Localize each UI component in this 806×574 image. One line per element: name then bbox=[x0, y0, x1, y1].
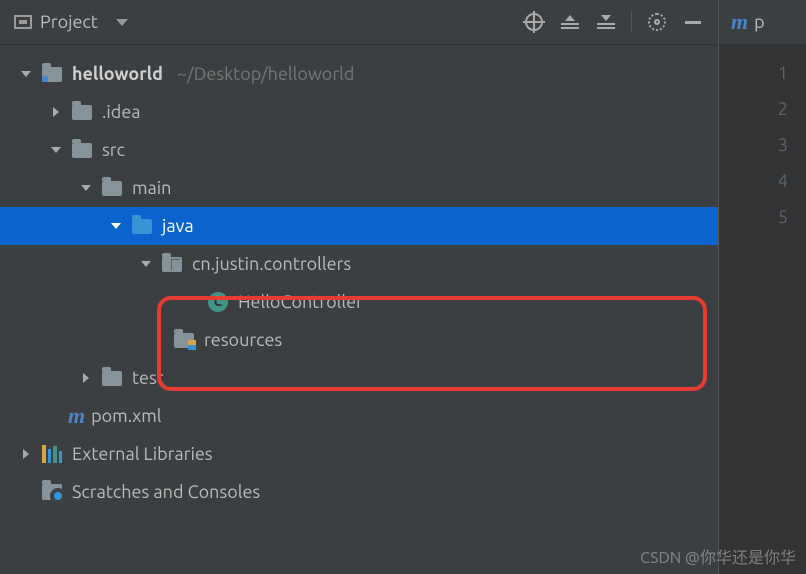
divider bbox=[631, 11, 632, 33]
tree-label: HelloController bbox=[238, 292, 363, 312]
tree-label: java bbox=[162, 216, 194, 236]
editor-tab-label: p bbox=[754, 12, 765, 32]
resources-folder-icon bbox=[174, 333, 194, 348]
collapse-icon bbox=[597, 15, 615, 29]
editor-area: m p 1 2 3 4 5 bbox=[718, 0, 806, 574]
project-tree: helloworld ~/Desktop/helloworld .idea sr… bbox=[0, 45, 718, 574]
folder-icon bbox=[72, 105, 92, 120]
expand-icon bbox=[561, 15, 579, 29]
tree-node-src[interactable]: src bbox=[0, 131, 718, 169]
class-icon: C bbox=[208, 292, 228, 312]
line-number: 1 bbox=[719, 55, 806, 91]
module-folder-icon bbox=[42, 67, 62, 82]
tree-node-package[interactable]: cn.justin.controllers bbox=[0, 245, 718, 283]
chevron-down-icon bbox=[141, 261, 151, 267]
tree-label: test bbox=[132, 368, 164, 388]
folder-icon bbox=[102, 181, 122, 196]
chevron-right-icon bbox=[83, 373, 89, 383]
tree-label: cn.justin.controllers bbox=[192, 254, 351, 274]
project-view-icon bbox=[14, 15, 32, 29]
tree-label: main bbox=[132, 178, 171, 198]
settings-button[interactable] bbox=[646, 11, 668, 33]
target-icon bbox=[525, 13, 543, 31]
editor-gutter: 1 2 3 4 5 bbox=[719, 45, 806, 235]
hide-button[interactable] bbox=[682, 11, 704, 33]
chevron-down-icon bbox=[116, 19, 128, 26]
scratches-icon bbox=[42, 484, 62, 500]
tree-node-resources[interactable]: resources bbox=[0, 321, 718, 359]
tree-node-pom[interactable]: m pom.xml bbox=[0, 397, 718, 435]
expand-all-button[interactable] bbox=[559, 11, 581, 33]
chevron-down-icon bbox=[21, 71, 31, 77]
tree-node-main[interactable]: main bbox=[0, 169, 718, 207]
tree-label: helloworld bbox=[72, 64, 163, 84]
line-number: 4 bbox=[719, 163, 806, 199]
tree-node-java[interactable]: java bbox=[0, 207, 718, 245]
tree-label: .idea bbox=[102, 102, 141, 122]
collapse-all-button[interactable] bbox=[595, 11, 617, 33]
line-number: 3 bbox=[719, 127, 806, 163]
view-selector[interactable]: Project bbox=[14, 12, 513, 32]
maven-file-icon: m bbox=[68, 403, 85, 429]
tree-node-scratches[interactable]: Scratches and Consoles bbox=[0, 473, 718, 511]
package-icon bbox=[162, 257, 182, 272]
folder-icon bbox=[102, 371, 122, 386]
tree-label: src bbox=[102, 140, 125, 160]
chevron-down-icon bbox=[111, 223, 121, 229]
tree-label: External Libraries bbox=[72, 444, 213, 464]
project-label: Project bbox=[40, 12, 98, 32]
line-number: 5 bbox=[719, 199, 806, 235]
select-opened-file-button[interactable] bbox=[523, 11, 545, 33]
chevron-right-icon bbox=[53, 107, 59, 117]
tree-label: resources bbox=[204, 330, 282, 350]
tree-node-idea[interactable]: .idea bbox=[0, 93, 718, 131]
tree-node-root[interactable]: helloworld ~/Desktop/helloworld bbox=[0, 55, 718, 93]
tree-label: pom.xml bbox=[91, 406, 161, 426]
chevron-down-icon bbox=[51, 147, 61, 153]
maven-file-icon: m bbox=[731, 9, 748, 35]
minimize-icon bbox=[685, 21, 701, 24]
libraries-icon bbox=[42, 445, 62, 463]
tree-node-class[interactable]: C HelloController bbox=[0, 283, 718, 321]
project-toolbar: Project bbox=[0, 0, 718, 45]
folder-icon bbox=[72, 143, 92, 158]
gear-icon bbox=[648, 13, 666, 31]
editor-tab[interactable]: m p bbox=[719, 0, 806, 45]
tree-label: Scratches and Consoles bbox=[72, 482, 260, 502]
tree-node-external-libraries[interactable]: External Libraries bbox=[0, 435, 718, 473]
line-number: 2 bbox=[719, 91, 806, 127]
chevron-down-icon bbox=[81, 185, 91, 191]
tree-path: ~/Desktop/helloworld bbox=[177, 64, 355, 84]
chevron-right-icon bbox=[23, 449, 29, 459]
source-folder-icon bbox=[132, 219, 152, 234]
tree-node-test[interactable]: test bbox=[0, 359, 718, 397]
